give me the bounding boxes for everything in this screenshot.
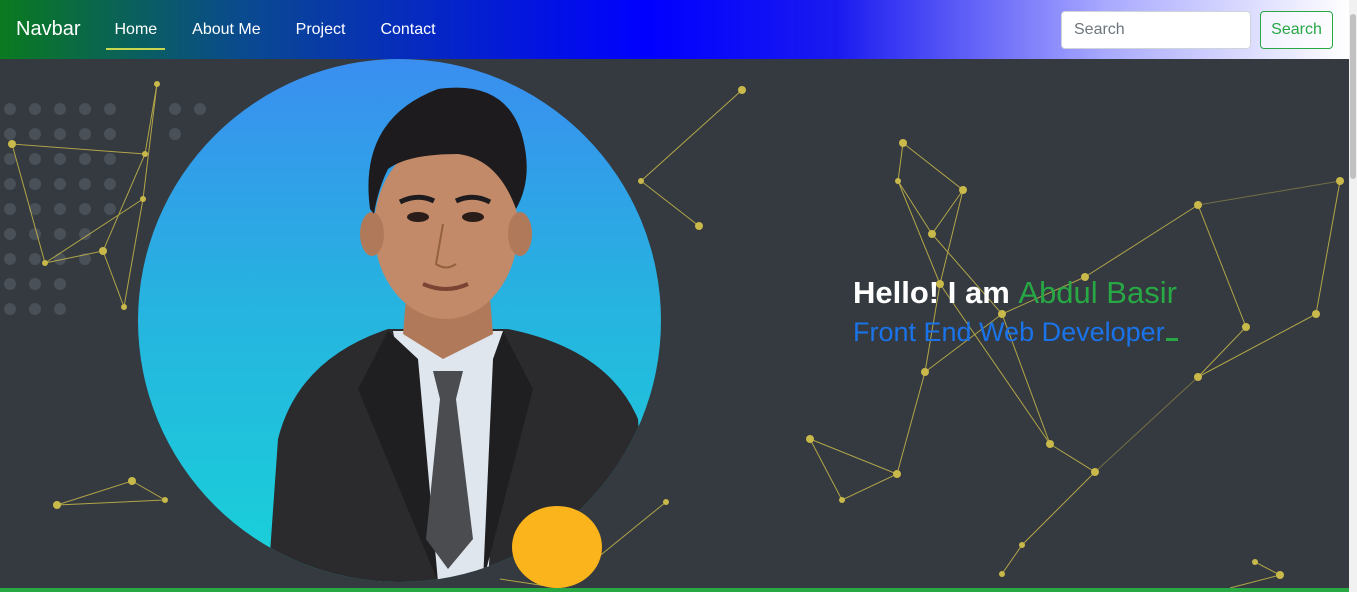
profile-photo [138, 59, 661, 582]
greeting-heading: Hello! I am Abdul Basir [853, 275, 1178, 311]
hero-section: Hello! I am Abdul Basir Front End Web De… [0, 59, 1349, 588]
greeting-prefix: Hello! I am [853, 275, 1010, 310]
nav-link-project[interactable]: Project [288, 10, 354, 50]
vertical-scrollbar[interactable] [1349, 0, 1357, 592]
navbar: Navbar Home About Me Project Contact Sea… [0, 0, 1349, 59]
orange-semicircle [512, 506, 602, 588]
bottom-accent-strip [0, 588, 1349, 592]
search-input[interactable] [1061, 11, 1251, 49]
person-illustration [268, 87, 648, 582]
role-text: Front End Web Developer [853, 317, 1165, 347]
intro-text: Hello! I am Abdul Basir Front End Web De… [853, 275, 1178, 348]
nav-link-contact[interactable]: Contact [372, 10, 443, 50]
navbar-brand[interactable]: Navbar [16, 18, 80, 41]
nav-link-home[interactable]: Home [106, 10, 165, 50]
scrollbar-thumb[interactable] [1350, 14, 1356, 179]
developer-name: Abdul Basir [1018, 275, 1177, 310]
role-subtitle: Front End Web Developer [853, 317, 1178, 348]
search-form: Search [1061, 11, 1333, 49]
search-button[interactable]: Search [1260, 11, 1333, 49]
typing-cursor [1165, 338, 1178, 341]
nav-link-about-me[interactable]: About Me [184, 10, 268, 50]
